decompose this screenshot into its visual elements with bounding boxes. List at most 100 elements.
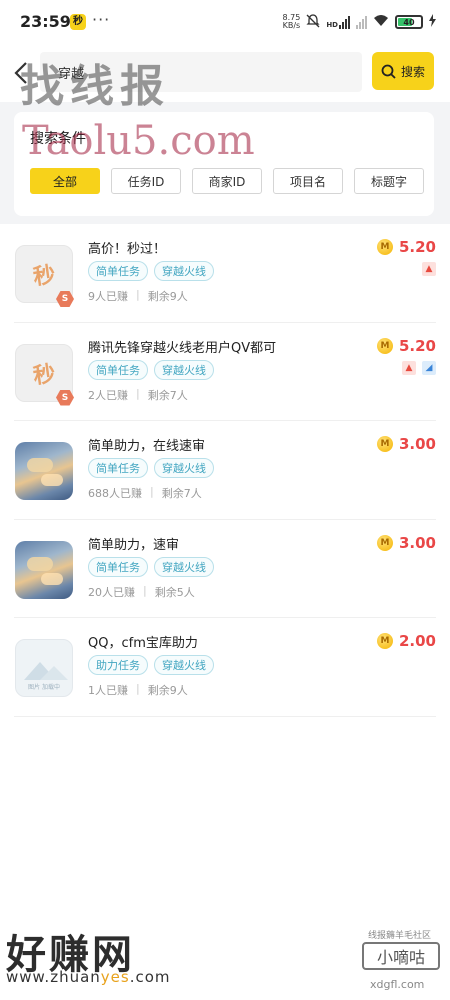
task-meta: 9人已赚 | 剩余9人 [88,288,188,304]
search-button[interactable]: 搜索 [372,52,434,90]
watermark-xdg-tagline: 线报薅羊毛社区 [368,931,432,941]
task-tag: 穿越火线 [154,556,214,577]
task-thumbnail [15,540,73,599]
remaining-count: 剩余5人 [154,585,195,599]
task-row[interactable]: 秒 S 腾讯先锋穿越火线老用户QV都可 简单任务 穿越火线 2人已赚 | 剩余7… [14,323,436,421]
conditions-title: 搜索条件 [30,131,86,147]
remaining-count: 剩余7人 [147,388,188,402]
reward: M 2.00 [376,632,436,650]
search-header: 穿越 搜索 [0,44,450,102]
task-tag: 穿越火线 [154,359,214,380]
search-icon [381,64,396,79]
net-speed: 8.75 KB/s [282,13,301,30]
filter-row: 全部 任务ID 商家ID 项目名 标题字 [30,168,424,194]
status-icons: 8.75 KB/s HD 40 [283,12,436,32]
signal2-icon [356,15,367,29]
coin-icon: M [376,239,393,255]
meta-divider: | [136,288,140,301]
wifi-icon [373,14,389,30]
watermark-hzw-logo: 好赚网 [6,932,135,978]
earned-count: 20人已赚 [88,585,135,599]
reward-amount: 2.00 [398,632,436,650]
remaining-count: 剩余9人 [147,684,188,697]
task-title: 腾讯先锋穿越火线老用户QV都可 [88,340,277,356]
task-title: QQ，cfm宝库助力 [88,636,198,651]
task-tags: 简单任务 穿越火线 [88,458,214,478]
watermark-xdg-logo: 小嘀咕 [362,942,440,970]
task-list: 秒 S 高价！秒过！ 简单任务 穿越火线 9人已赚 | 剩余9人 M 5.20 … [0,224,450,717]
watermark-xdg-url: xdgfl.com [370,978,425,991]
earned-count: 2人已赚 [88,388,128,402]
task-flags: ▲ [422,262,436,276]
task-tag: 穿越火线 [154,655,214,675]
task-row[interactable]: 秒 S 高价！秒过！ 简单任务 穿越火线 9人已赚 | 剩余9人 M 5.20 … [14,224,436,323]
reward: M 3.00 [376,435,436,453]
app-notification-icon: 秒 [70,14,86,30]
reward: M 5.20 [376,238,436,256]
back-button[interactable] [10,58,32,88]
filter-chip-title-keyword[interactable]: 标题字 [354,168,424,194]
signal-icon: HD [326,15,350,29]
task-tag: 简单任务 [88,556,148,577]
task-title: 简单助力，速审 [88,537,180,553]
reward-amount: 5.20 [398,238,436,256]
earned-count: 1人已赚 [88,684,128,697]
search-box[interactable]: 穿越 [40,52,362,92]
task-tag: 简单任务 [88,261,148,281]
task-flags: ▲ ◢ [402,360,436,375]
task-meta: 1人已赚 | 剩余9人 [88,682,188,698]
battery-icon: 40 [395,15,423,29]
reward-amount: 3.00 [398,435,436,453]
filter-chip-task-id[interactable]: 任务ID [111,168,181,194]
task-row[interactable]: 图片 加载中 QQ，cfm宝库助力 助力任务 穿越火线 1人已赚 | 剩余9人 … [14,618,436,717]
status-time: 23:59 [20,12,71,31]
charging-icon [429,14,436,30]
mute-bell-icon [306,13,320,31]
chevron-left-icon [14,62,27,84]
remaining-count: 剩余9人 [147,290,188,303]
earned-count: 688人已赚 [88,487,142,500]
coin-icon: M [376,337,393,354]
task-tags: 助力任务 穿越火线 [88,655,214,675]
task-row[interactable]: 简单助力，在线速审 简单任务 穿越火线 688人已赚 | 剩余7人 M 3.00 [14,421,436,520]
task-tags: 简单任务 穿越火线 [88,359,214,380]
task-tag: 简单任务 [88,359,148,380]
meta-divider: | [143,583,147,597]
task-title: 简单助力，在线速审 [88,439,206,454]
filter-chip-merchant-id[interactable]: 商家ID [192,168,262,194]
status-bar: 23:59 秒 ··· 8.75 KB/s HD 40 [0,0,450,44]
task-tag: 简单任务 [88,458,148,478]
search-input[interactable]: 穿越 [58,63,84,82]
more-notifications-icon: ··· [92,10,111,29]
coin-icon: M [376,534,393,551]
reward: M 3.00 [376,533,436,552]
remaining-count: 剩余7人 [161,487,202,500]
filter-chip-project-name[interactable]: 项目名 [273,168,343,194]
task-tag: 助力任务 [88,655,148,675]
filter-chip-all[interactable]: 全部 [30,168,100,194]
meta-divider: | [136,386,140,400]
search-conditions-card: 搜索条件 全部 任务ID 商家ID 项目名 标题字 [14,112,434,216]
task-row[interactable]: 简单助力，速审 简单任务 穿越火线 20人已赚 | 剩余5人 M 3.00 [14,520,436,618]
task-title: 高价！秒过！ [88,242,167,257]
pinned-top-icon: ▲ [422,262,436,276]
search-button-label: 搜索 [400,64,425,79]
trending-chart-icon: ◢ [422,360,436,375]
task-thumbnail [15,442,73,500]
reward: M 5.20 [376,336,436,355]
reward-amount: 5.20 [398,336,436,355]
task-tags: 简单任务 穿越火线 [88,556,214,577]
task-meta: 2人已赚 | 剩余7人 [88,387,188,403]
task-tag: 穿越火线 [154,458,214,478]
meta-divider: | [150,485,154,498]
task-tags: 简单任务 穿越火线 [88,261,214,281]
task-meta: 20人已赚 | 剩余5人 [88,584,195,600]
coin-icon: M [376,436,393,452]
coin-icon: M [376,633,393,649]
task-tag: 穿越火线 [154,261,214,281]
reward-amount: 3.00 [398,533,436,552]
task-meta: 688人已赚 | 剩余7人 [88,485,202,501]
meta-divider: | [136,682,140,695]
watermark-hzw-url: www.zhuanyes.com [6,968,171,986]
earned-count: 9人已赚 [88,290,128,303]
